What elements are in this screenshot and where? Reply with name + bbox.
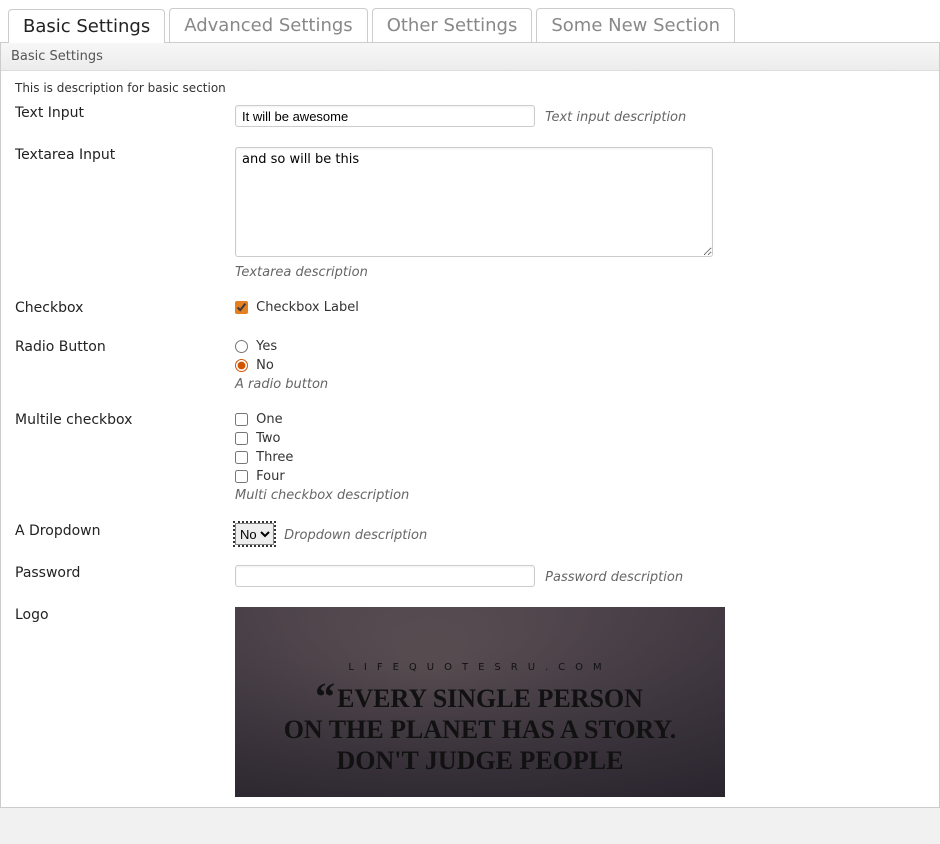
multi-two-label: Two [256, 431, 280, 446]
multi-four-label: Four [256, 469, 285, 484]
textarea-desc: Textarea description [235, 265, 925, 280]
multi-three-label: Three [256, 450, 293, 465]
section-description: This is description for basic section [1, 71, 939, 95]
text-input-label: Text Input [1, 95, 221, 137]
settings-panel: Basic Settings This is description for b… [0, 43, 940, 808]
password-label: Password [1, 555, 221, 597]
multi-desc: Multi checkbox description [235, 488, 925, 503]
tabs-bar: Basic Settings Advanced Settings Other S… [0, 0, 940, 43]
logo-image: LIFEQUOTESRU.COM “EVERY SINGLE PERSON ON… [235, 607, 725, 797]
radio-yes[interactable] [235, 340, 248, 353]
tab-basic-settings[interactable]: Basic Settings [8, 9, 165, 43]
tab-other-settings[interactable]: Other Settings [372, 8, 533, 42]
dropdown-label: A Dropdown [1, 513, 221, 555]
logo-line2: ON THE PLANET HAS A STORY. [284, 715, 677, 744]
logo-kicker: LIFEQUOTESRU.COM [235, 607, 725, 673]
multi-one-label: One [256, 412, 282, 427]
quote-mark-icon: “ [315, 674, 335, 719]
multi-label: Multile checkbox [1, 402, 221, 513]
checkbox-label: Checkbox [1, 290, 221, 329]
textarea-label: Textarea Input [1, 137, 221, 290]
radio-no-label: No [256, 358, 274, 373]
checkbox-option[interactable]: Checkbox Label [235, 300, 925, 315]
radio-yes-label: Yes [256, 339, 277, 354]
multi-option-three[interactable]: Three [235, 450, 925, 465]
tab-advanced-settings[interactable]: Advanced Settings [169, 8, 367, 42]
logo-line1: EVERY SINGLE PERSON [337, 684, 643, 713]
multi-check-three[interactable] [235, 451, 248, 464]
checkbox-input[interactable] [235, 301, 248, 314]
radio-desc: A radio button [235, 377, 925, 392]
checkbox-option-label: Checkbox Label [256, 300, 359, 315]
radio-label: Radio Button [1, 329, 221, 402]
multi-option-four[interactable]: Four [235, 469, 925, 484]
password-input[interactable] [235, 565, 535, 587]
tab-some-new-section[interactable]: Some New Section [536, 8, 735, 42]
dropdown-desc: Dropdown description [284, 528, 427, 543]
password-desc: Password description [545, 570, 683, 585]
multi-option-two[interactable]: Two [235, 431, 925, 446]
multi-option-one[interactable]: One [235, 412, 925, 427]
radio-option-no[interactable]: No [235, 358, 925, 373]
textarea-input[interactable]: and so will be this [235, 147, 713, 257]
multi-check-two[interactable] [235, 432, 248, 445]
logo-label: Logo [1, 597, 221, 807]
radio-option-yes[interactable]: Yes [235, 339, 925, 354]
logo-quote: “EVERY SINGLE PERSON ON THE PLANET HAS A… [235, 683, 725, 777]
multi-check-four[interactable] [235, 470, 248, 483]
text-input[interactable] [235, 105, 535, 127]
section-title: Basic Settings [1, 43, 939, 71]
dropdown-select[interactable]: No [235, 523, 274, 545]
logo-line3: DON'T JUDGE PEOPLE [336, 746, 623, 775]
text-input-desc: Text input description [545, 110, 686, 125]
radio-no[interactable] [235, 359, 248, 372]
multi-check-one[interactable] [235, 413, 248, 426]
